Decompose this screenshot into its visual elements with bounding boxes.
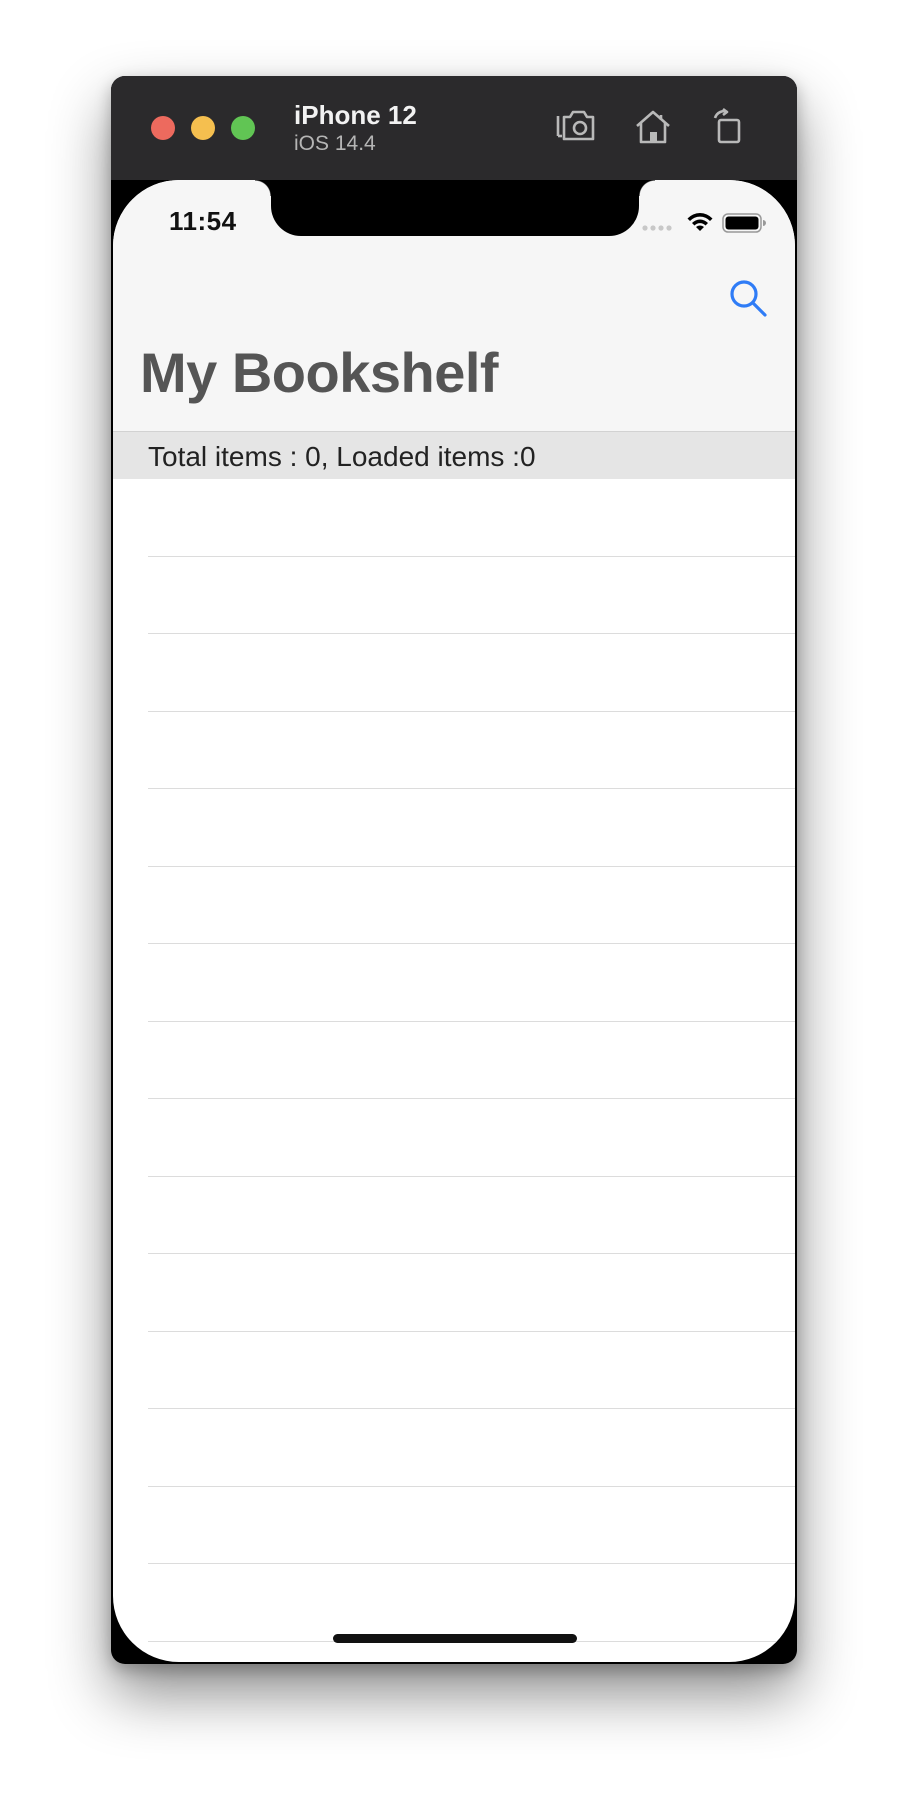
rotate-icon[interactable] bbox=[705, 106, 751, 148]
table-row[interactable] bbox=[148, 1564, 795, 1642]
close-window-button[interactable] bbox=[151, 116, 175, 140]
device-os-version: iOS 14.4 bbox=[294, 132, 376, 155]
home-indicator[interactable] bbox=[333, 1634, 577, 1643]
phone-screen: 11:54 My Bookshelf Total items: 0, Load… bbox=[113, 180, 795, 1662]
table-row[interactable] bbox=[148, 1022, 795, 1099]
table-row[interactable] bbox=[148, 1177, 795, 1254]
camera-screenshot-icon[interactable] bbox=[553, 106, 599, 148]
table-row[interactable] bbox=[148, 867, 795, 944]
device-notch bbox=[255, 180, 655, 236]
cellular-signal-icon bbox=[642, 225, 672, 231]
battery-icon bbox=[722, 213, 766, 233]
table-row[interactable] bbox=[148, 1409, 795, 1487]
table-row[interactable] bbox=[148, 634, 795, 712]
table-row[interactable] bbox=[148, 944, 795, 1022]
items-count-label: Total items : 0, Loaded items :0 bbox=[148, 441, 536, 472]
device-name: iPhone 12 bbox=[294, 100, 417, 130]
zoom-window-button[interactable] bbox=[231, 116, 255, 140]
list-section-header: Total items : 0, Loaded items :0 bbox=[113, 431, 795, 479]
table-row[interactable] bbox=[148, 712, 795, 789]
table-row[interactable] bbox=[148, 1487, 795, 1564]
table-row[interactable] bbox=[148, 479, 795, 557]
home-icon[interactable] bbox=[630, 106, 676, 148]
books-table[interactable] bbox=[113, 479, 795, 1662]
table-row[interactable] bbox=[148, 557, 795, 634]
table-row[interactable] bbox=[148, 1642, 795, 1663]
table-row[interactable] bbox=[148, 789, 795, 867]
table-row[interactable] bbox=[148, 1332, 795, 1409]
minimize-window-button[interactable] bbox=[191, 116, 215, 140]
simulator-window: iPhone 12 iOS 14.4 11:54 My Bookshelf To… bbox=[111, 76, 797, 1664]
table-row[interactable] bbox=[148, 1099, 795, 1177]
wifi-icon bbox=[687, 213, 713, 231]
status-time: 11:54 bbox=[169, 206, 237, 236]
table-row[interactable] bbox=[148, 1254, 795, 1332]
navigation-bar: 11:54 My Bookshelf bbox=[113, 180, 795, 431]
simulator-titlebar: iPhone 12 iOS 14.4 bbox=[111, 76, 797, 180]
page-title: My Bookshelf bbox=[140, 341, 499, 404]
search-icon[interactable] bbox=[728, 278, 768, 318]
